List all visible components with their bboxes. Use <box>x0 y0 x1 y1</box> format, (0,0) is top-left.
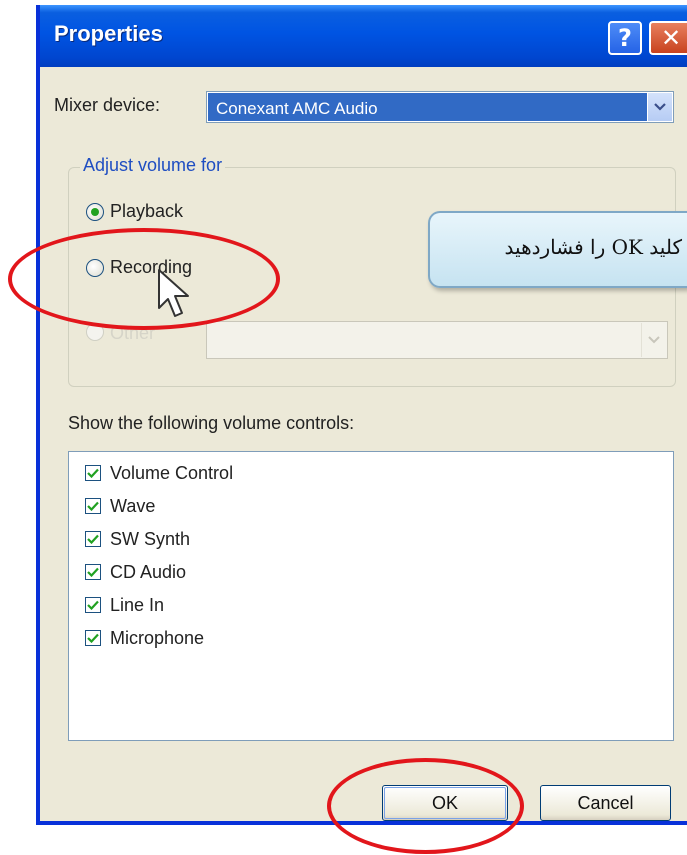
window-title: Properties <box>54 21 163 46</box>
list-item-label: Wave <box>110 495 156 516</box>
volume-controls-list[interactable]: Volume Control Wave SW Synth CD Audio Li… <box>68 451 674 741</box>
volume-controls-label: Show the following volume controls: <box>68 413 355 433</box>
adjust-volume-legend: Adjust volume for <box>80 155 226 176</box>
list-item-label: Microphone <box>110 627 205 648</box>
close-icon: ✕ <box>660 24 682 52</box>
other-device-select[interactable] <box>206 321 668 359</box>
list-item-label: SW Synth <box>110 528 191 549</box>
list-item-label: CD Audio <box>110 561 187 582</box>
checkbox[interactable] <box>85 498 101 514</box>
checkmark-icon <box>87 567 99 577</box>
checkmark-icon <box>87 633 99 643</box>
list-item[interactable]: Line In <box>85 594 164 616</box>
list-item[interactable]: SW Synth <box>85 528 190 550</box>
help-button[interactable]: ? <box>608 21 642 55</box>
checkmark-icon <box>87 600 99 610</box>
list-item-label: Volume Control <box>110 462 234 483</box>
checkbox[interactable] <box>85 564 101 580</box>
checkbox[interactable] <box>85 465 101 481</box>
radio-selected-dot <box>91 208 99 216</box>
checkmark-icon <box>87 501 99 511</box>
chevron-down-icon <box>648 336 660 344</box>
checkbox[interactable] <box>85 630 101 646</box>
mixer-device-select[interactable]: Conexant AMC Audio <box>206 91 674 123</box>
title-bar[interactable]: Properties ? ✕ <box>40 5 687 67</box>
list-item[interactable]: Wave <box>85 495 155 517</box>
mixer-device-label: Mixer device: <box>54 95 161 115</box>
dropdown-arrow-button <box>641 323 666 357</box>
help-icon: ? <box>618 24 632 52</box>
list-item[interactable]: CD Audio <box>85 561 186 583</box>
properties-dialog: Properties ? ✕ Mixer device: Conexant AM… <box>36 5 687 825</box>
checkbox[interactable] <box>85 597 101 613</box>
checkmark-icon <box>87 468 99 478</box>
instruction-text: کلید OK را فشاردهید <box>504 235 682 259</box>
cancel-button[interactable]: Cancel <box>540 785 671 821</box>
close-button[interactable]: ✕ <box>649 21 687 55</box>
ok-highlight-ellipse <box>327 758 524 854</box>
chevron-down-icon <box>654 103 666 111</box>
checkmark-icon <box>87 534 99 544</box>
playback-label[interactable]: Playback <box>110 201 183 222</box>
list-item[interactable]: Microphone <box>85 627 204 649</box>
dropdown-arrow-button[interactable] <box>647 93 672 121</box>
playback-radio[interactable] <box>86 203 104 221</box>
list-item[interactable]: Volume Control <box>85 462 233 484</box>
list-item-label: Line In <box>110 594 165 615</box>
mixer-device-value: Conexant AMC Audio <box>208 93 647 121</box>
mouse-pointer-icon <box>158 269 189 317</box>
checkbox[interactable] <box>85 531 101 547</box>
instruction-callout: کلید OK را فشاردهید <box>428 211 687 288</box>
recording-highlight-ellipse <box>8 228 280 330</box>
